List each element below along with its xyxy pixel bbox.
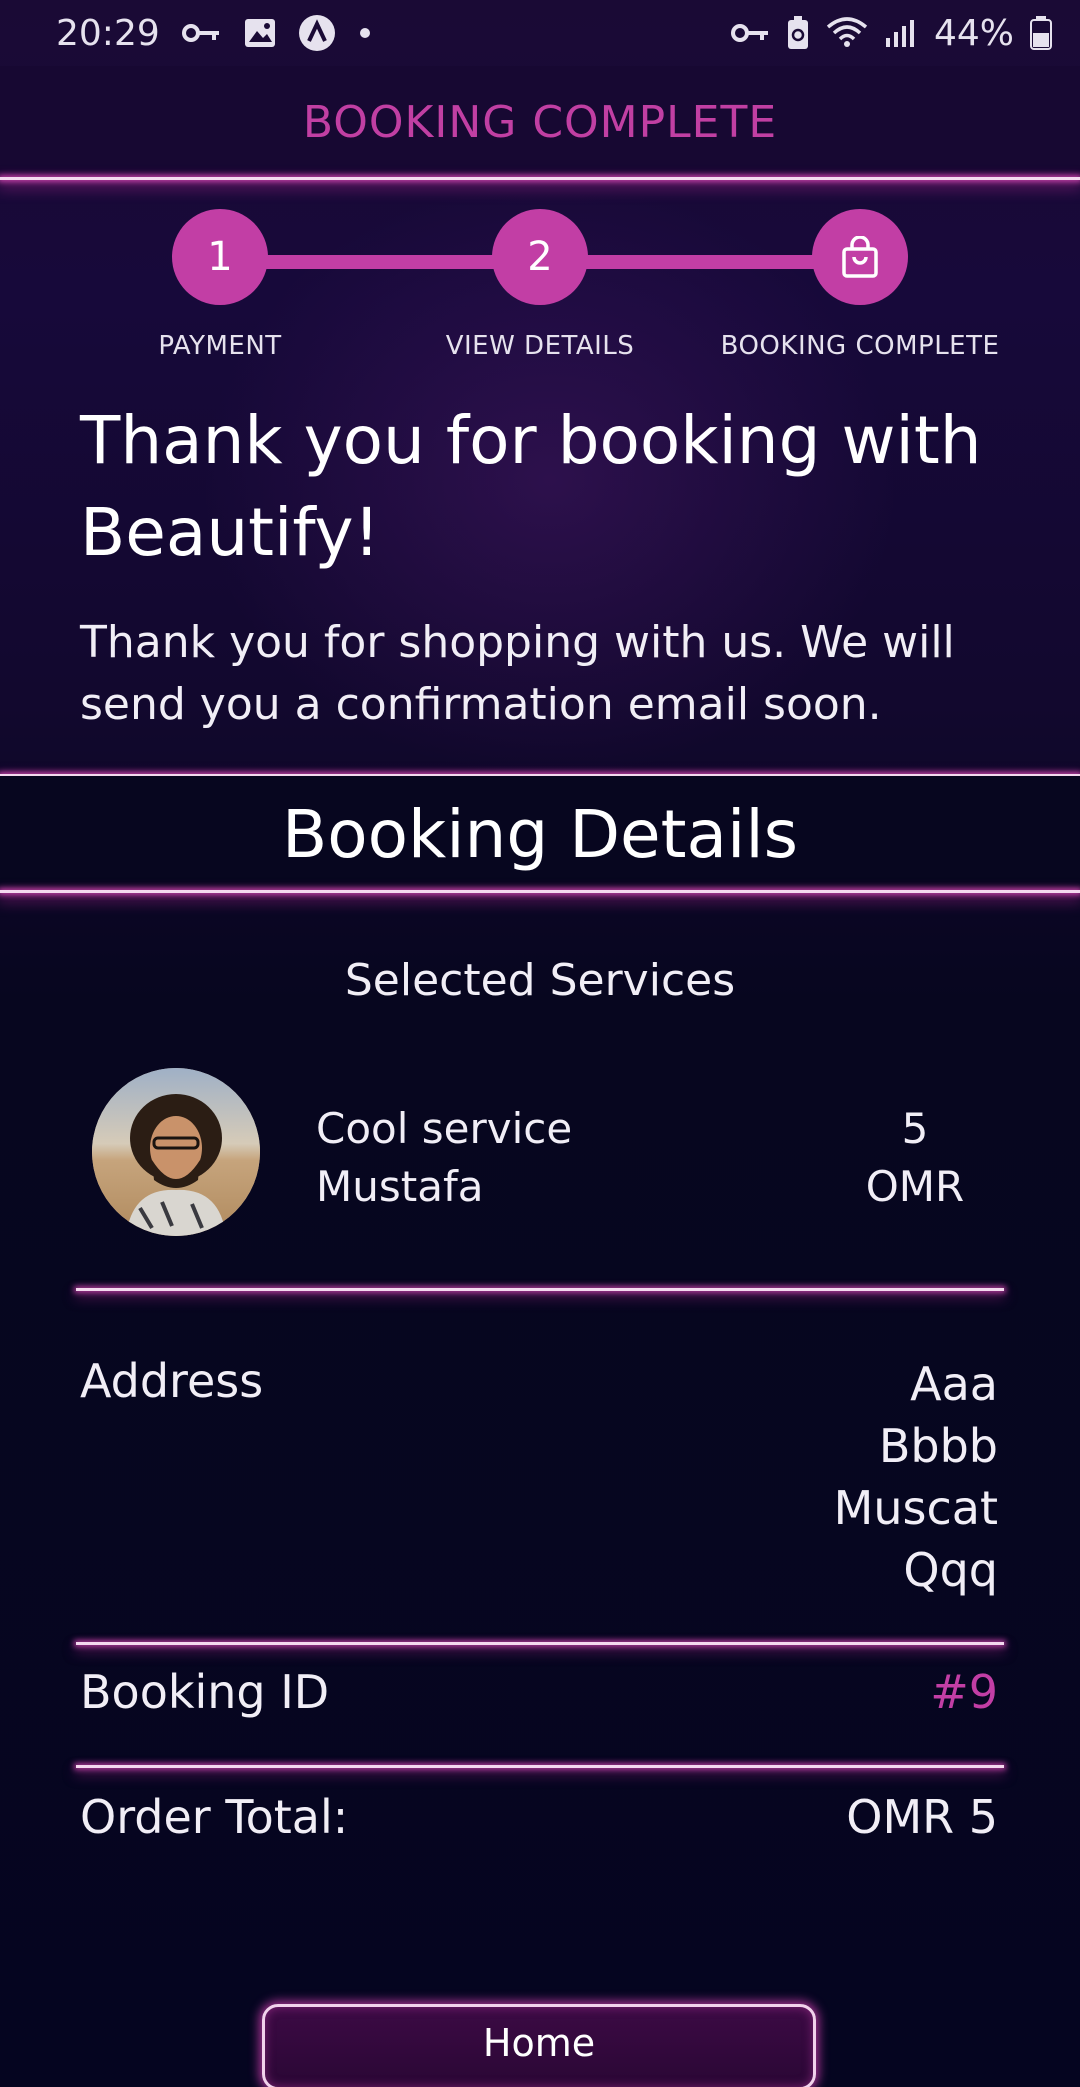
wifi-icon [826, 17, 868, 49]
page-title: BOOKING COMPLETE [302, 96, 778, 148]
address-line: Bbbb [878, 1419, 998, 1473]
confirmation-title: Thank you for booking with Beautify! [80, 402, 982, 571]
address-line: Aaa [910, 1357, 998, 1411]
battery-percent: 44% [933, 12, 1014, 54]
order-total-label: Order Total: [80, 1790, 349, 1844]
dot-icon [358, 26, 372, 40]
service-price: 5 OMR [840, 1100, 990, 1216]
service-divider [76, 1288, 1004, 1291]
step-payment: 1 PAYMENT [60, 205, 380, 361]
order-total-value: OMR 5 [846, 1790, 998, 1844]
booking-complete-screen: 20:29 44% BOOKING COMPLETE 1 PAYMENT 2 V… [0, 0, 1080, 2087]
app-header: BOOKING COMPLETE [0, 66, 1080, 178]
step-booking-complete: BOOKING COMPLETE [700, 205, 1020, 361]
step-marker: 1 [172, 209, 268, 305]
details-bottom-divider [0, 890, 1080, 893]
battery-saver-icon [786, 16, 810, 50]
step-marker: 2 [492, 209, 588, 305]
battery-icon [1030, 16, 1052, 50]
booking-details-title: Booking Details [281, 795, 799, 873]
signal-icon [884, 18, 918, 48]
step-view-details: 2 VIEW DETAILS [380, 205, 700, 361]
provider-avatar [92, 1068, 260, 1236]
service-price-currency: OMR [865, 1162, 965, 1211]
booking-id-label: Booking ID [80, 1665, 330, 1719]
shopping-bag-icon [812, 209, 908, 305]
home-button[interactable]: Home [262, 2004, 816, 2087]
service-info: Cool service Mustafa [316, 1100, 572, 1216]
confirmation-message: Thank you for shopping with us. We will … [80, 617, 955, 730]
booking-id-value: #9 [930, 1665, 998, 1719]
status-time: 20:29 [56, 12, 160, 54]
service-name: Cool service [316, 1104, 573, 1153]
vpn-key-icon [730, 21, 770, 45]
step-label: PAYMENT [158, 331, 282, 361]
app-icon [298, 14, 336, 52]
service-item: Cool service Mustafa 5 OMR [0, 1065, 1080, 1240]
booking-details-header: Booking Details [0, 776, 1080, 892]
status-bar: 20:29 44% [0, 0, 1080, 66]
header-divider [0, 177, 1080, 180]
address-label: Address [80, 1354, 264, 1408]
address-line: Muscat [833, 1481, 998, 1535]
image-icon [244, 18, 276, 48]
key-icon [181, 21, 222, 45]
progress-stepper: 1 PAYMENT 2 VIEW DETAILS BOOKING COMPLET… [0, 205, 1080, 365]
booking-id-divider [76, 1765, 1004, 1768]
step-label: BOOKING COMPLETE [720, 331, 1000, 361]
service-price-amount: 5 [901, 1104, 929, 1153]
step-label: VIEW DETAILS [445, 331, 635, 361]
selected-services-heading: Selected Services [344, 955, 736, 1006]
address-divider [76, 1642, 1004, 1645]
address-line: Qqq [903, 1543, 998, 1597]
address-value: Aaa Bbbb Muscat Qqq [834, 1353, 998, 1601]
service-provider: Mustafa [316, 1162, 484, 1211]
